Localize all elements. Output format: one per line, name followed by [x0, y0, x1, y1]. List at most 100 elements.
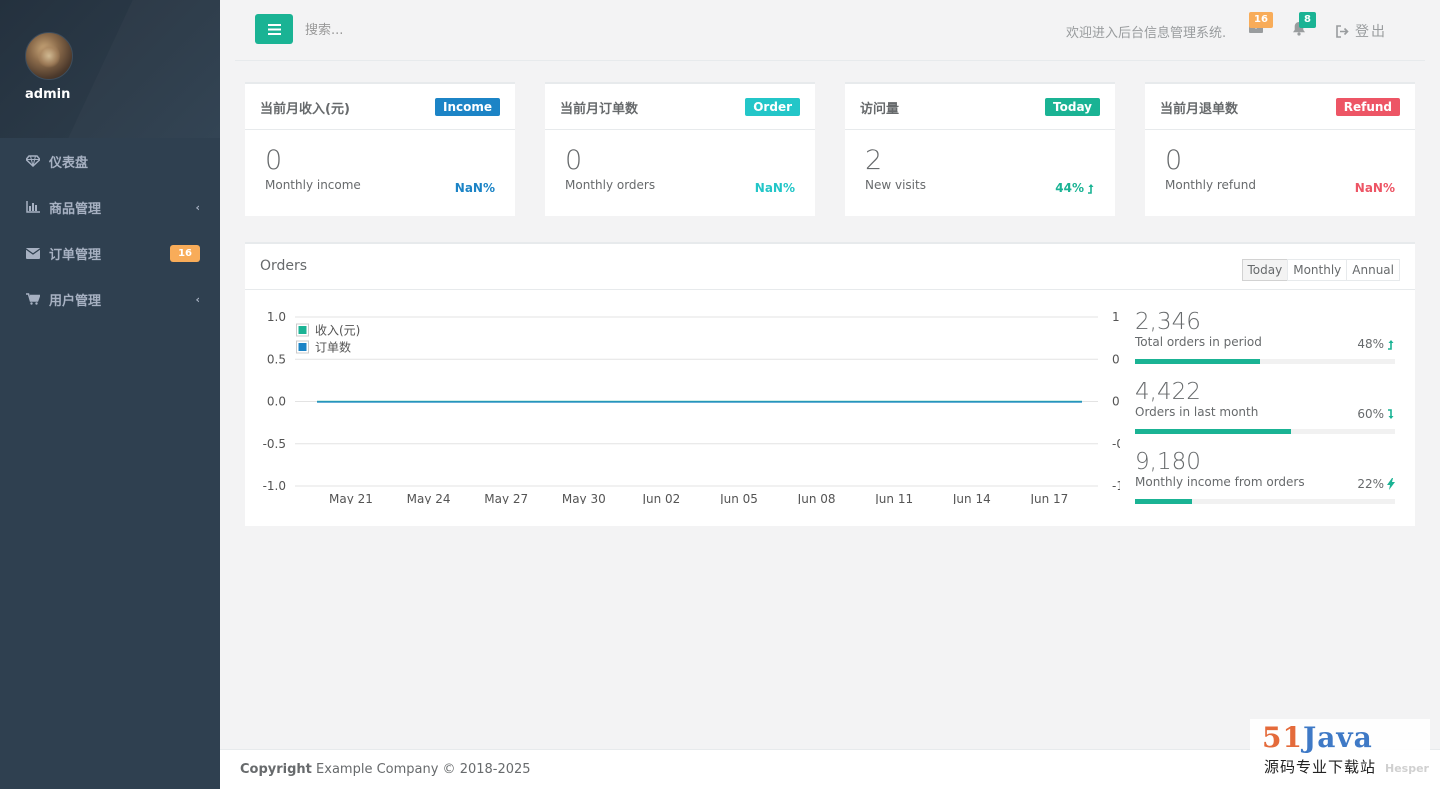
- order-side-stats: 2,346 Total orders in period 48% 4,422 O…: [1135, 309, 1395, 519]
- notification-badge: 8: [1299, 12, 1316, 28]
- side-stat: 2,346 Total orders in period 48%: [1135, 309, 1395, 379]
- watermark-ghost-text: Hesper: [1385, 762, 1429, 775]
- x-tick-label: Jun 17: [1029, 492, 1068, 504]
- side-stat-description: Orders in last month: [1135, 405, 1259, 419]
- chevron-left-icon: ‹: [195, 292, 200, 306]
- side-stat: 4,422 Orders in last month 60%: [1135, 379, 1395, 449]
- username[interactable]: admin: [25, 87, 70, 102]
- stat-box-orders: 当前月订单数 Order 0 Monthly orders NaN%: [545, 82, 815, 216]
- copyright-label: Copyright: [240, 762, 312, 777]
- progress-bar-fill: [1135, 499, 1193, 504]
- level-up-icon: [1388, 339, 1394, 350]
- side-stat-percent: 48%: [1357, 337, 1395, 351]
- stat-box-header: 当前月收入(元) Income: [245, 84, 515, 130]
- order-label: Order: [745, 98, 800, 116]
- stat-box-body: 2 New visits 44%: [845, 130, 1115, 195]
- sidebar-item-products[interactable]: 商品管理 ‹: [0, 184, 220, 230]
- level-up-icon: [1088, 183, 1094, 194]
- sidebar-item-dashboard[interactable]: 仪表盘: [0, 138, 220, 184]
- y2-tick-label: 0.0: [1112, 395, 1120, 409]
- legend-label: 订单数: [315, 340, 351, 355]
- level-down-icon: [1388, 408, 1394, 419]
- period-button-monthly[interactable]: Monthly: [1287, 259, 1348, 281]
- stat-percent-value: 44%: [1055, 181, 1084, 195]
- y2-tick-label: -0.5: [1112, 437, 1120, 451]
- x-tick-label: Jun 11: [874, 492, 913, 504]
- y-tick-label: 0.0: [267, 395, 286, 409]
- watermark-logo: 51Java Hesper 源码专业下载站: [1250, 719, 1430, 779]
- y2-tick-label: -1.0: [1112, 479, 1120, 493]
- stat-value: 0: [265, 145, 283, 176]
- hamburger-icon: [267, 23, 281, 35]
- diamond-icon: [25, 154, 41, 168]
- side-stat: 9,180 Monthly income from orders 22%: [1135, 449, 1395, 519]
- income-label: Income: [434, 98, 500, 116]
- avatar[interactable]: [25, 32, 73, 80]
- stat-value: 2: [865, 145, 883, 176]
- logout-label: 登出: [1355, 24, 1387, 40]
- sidebar-nav: 仪表盘 商品管理 ‹ 订单管理 16 用户管理 ‹: [0, 138, 220, 322]
- stat-percent: NaN%: [755, 181, 795, 195]
- side-stat-description: Total orders in period: [1135, 335, 1262, 349]
- x-tick-label: May 27: [484, 492, 528, 504]
- sidebar-item-label: 订单管理: [49, 247, 102, 263]
- legend-swatch: [298, 326, 307, 334]
- stat-box-header: 访问量 Today: [845, 84, 1115, 130]
- envelope-icon: [25, 246, 41, 260]
- topbar: 欢迎进入后台信息管理系统. 16 8 登出: [235, 0, 1425, 61]
- progress-bar-track: [1135, 499, 1395, 504]
- legend-label: 收入(元): [315, 324, 360, 338]
- legend-swatch: [298, 343, 307, 351]
- orders-count-badge: 16: [170, 244, 200, 262]
- stat-value: 0: [1165, 145, 1183, 176]
- stat-value: 0: [565, 145, 583, 176]
- orders-panel-header: Orders Today Monthly Annual: [245, 244, 1415, 290]
- x-tick-label: May 21: [329, 492, 373, 504]
- mail-badge: 16: [1249, 12, 1273, 28]
- sidebar-item-users[interactable]: 用户管理 ‹: [0, 276, 220, 322]
- x-tick-label: Jun 08: [797, 492, 836, 504]
- copyright-text: Example Company © 2018-2025: [316, 762, 531, 777]
- side-stat-percent-value: 60%: [1357, 407, 1384, 421]
- x-tick-label: Jun 14: [952, 492, 991, 504]
- stat-percent-value: NaN%: [754, 181, 795, 195]
- search-input[interactable]: [305, 18, 605, 42]
- profile-header: admin: [0, 0, 220, 138]
- stat-box-body: 0 Monthly orders NaN%: [545, 130, 815, 196]
- logout-button[interactable]: 登出: [1335, 21, 1387, 41]
- y-tick-label: -0.5: [263, 437, 286, 451]
- y2-tick-label: 1.0: [1112, 310, 1120, 324]
- y2-tick-label: 0.5: [1112, 352, 1120, 366]
- bolt-icon: [1387, 478, 1395, 490]
- stat-percent-value: NaN%: [1354, 181, 1395, 195]
- sidebar-item-orders[interactable]: 订单管理 16: [0, 230, 220, 276]
- side-stat-percent: 22%: [1357, 477, 1395, 491]
- orders-title: Orders: [260, 258, 308, 274]
- stat-percent: 44%: [1055, 181, 1095, 195]
- stat-percent: NaN%: [1355, 181, 1395, 195]
- watermark-subtitle: 源码专业下载站: [1264, 758, 1377, 776]
- x-tick-label: Jun 02: [641, 492, 680, 504]
- sidebar-item-label: 用户管理: [49, 293, 102, 309]
- watermark-brand-num: 51: [1262, 721, 1303, 754]
- stat-box-body: 0 Monthly refund NaN%: [1145, 130, 1415, 196]
- orders-panel: Orders Today Monthly Annual 1.0 1.0 0.5 0.5…: [245, 242, 1415, 526]
- progress-bar-fill: [1135, 429, 1291, 434]
- bar-chart-icon: [25, 200, 41, 214]
- sidebar-item-label: 仪表盘: [49, 155, 89, 171]
- period-button-annual[interactable]: Annual: [1346, 259, 1400, 281]
- sidebar: admin 仪表盘 商品管理 ‹ 订单管理 16 用户管理 ‹: [0, 0, 220, 789]
- orders-chart: 1.0 1.0 0.5 0.5 0.0 0.0 -0.5 -0.5 -1.0 -1.0 May 21…: [260, 304, 1136, 506]
- stat-box-body: 0 Monthly income NaN%: [245, 130, 515, 196]
- y-tick-label: -1.0: [263, 479, 286, 493]
- stat-box-header: 当前月订单数 Order: [545, 84, 815, 130]
- welcome-message: 欢迎进入后台信息管理系统.: [1066, 26, 1227, 41]
- watermark-brand-text: Java: [1302, 721, 1373, 754]
- progress-bar-track: [1135, 359, 1395, 364]
- side-stat-value: 4,422: [1135, 379, 1201, 405]
- x-tick-label: May 30: [562, 492, 606, 504]
- y-tick-label: 1.0: [267, 310, 286, 324]
- shopping-cart-icon: [25, 292, 41, 306]
- period-button-today[interactable]: Today: [1241, 259, 1289, 281]
- menu-toggle-button[interactable]: [255, 14, 293, 44]
